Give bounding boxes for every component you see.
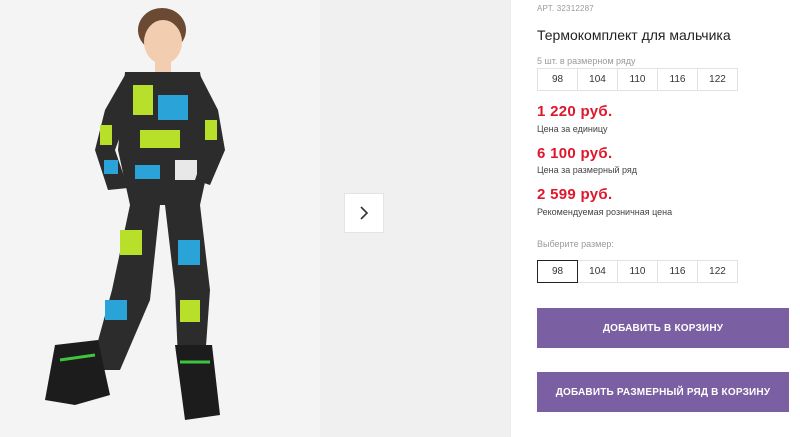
unit-price: 1 220 руб. [537, 103, 613, 120]
set-size: 98 [537, 68, 578, 91]
size-option-116[interactable]: 116 [657, 260, 698, 283]
set-size: 122 [697, 68, 738, 91]
set-price-label: Цена за размерный ряд [537, 165, 638, 175]
size-selector: 98 104 110 116 122 [537, 260, 738, 283]
next-photo-button[interactable] [344, 193, 384, 233]
add-to-cart-button[interactable]: ДОБАВИТЬ В КОРЗИНУ [537, 308, 789, 348]
set-quantity-note: 5 шт. в размерном ряду [537, 56, 636, 66]
size-option-98[interactable]: 98 [537, 260, 578, 283]
set-size: 116 [657, 68, 698, 91]
size-option-104[interactable]: 104 [577, 260, 618, 283]
set-size: 110 [617, 68, 658, 91]
set-size: 104 [577, 68, 618, 91]
add-set-to-cart-button[interactable]: ДОБАВИТЬ РАЗМЕРНЫЙ РЯД В КОРЗИНУ [537, 372, 789, 412]
size-option-110[interactable]: 110 [617, 260, 658, 283]
size-option-122[interactable]: 122 [697, 260, 738, 283]
unit-price-label: Цена за единицу [537, 124, 608, 134]
divider [510, 0, 511, 437]
choose-size-label: Выберите размер: [537, 239, 614, 249]
article-number: АРТ. 32312287 [537, 4, 594, 13]
product-photo[interactable] [0, 0, 320, 437]
product-info: АРТ. 32312287 Термокомплект для мальчика… [537, 0, 789, 437]
set-sizes-row: 98 104 110 116 122 [537, 68, 738, 91]
boy-in-thermal-set-image [0, 0, 320, 437]
product-gallery [0, 0, 510, 437]
retail-price: 2 599 руб. [537, 186, 613, 203]
product-title: Термокомплект для мальчика [537, 27, 731, 43]
chevron-right-icon [360, 206, 369, 220]
set-price: 6 100 руб. [537, 145, 613, 162]
retail-price-label: Рекомендуемая розничная цена [537, 207, 673, 217]
